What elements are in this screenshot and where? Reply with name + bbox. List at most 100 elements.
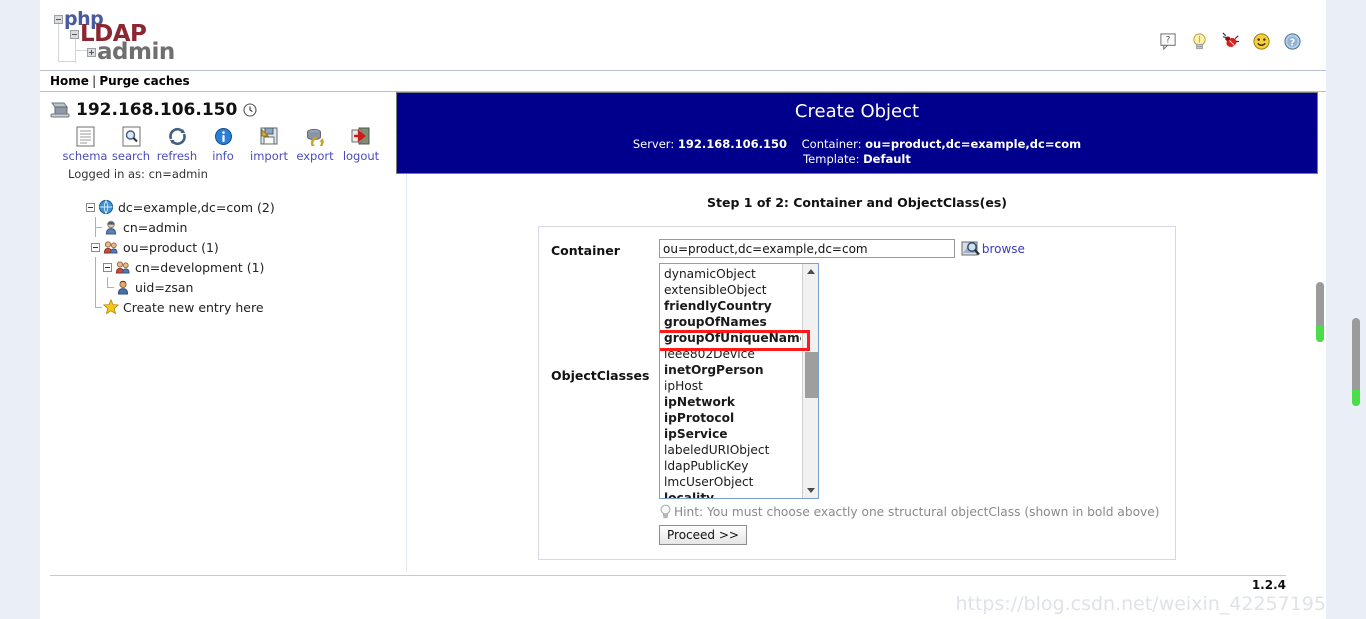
scroll-down-arrow-icon[interactable] xyxy=(803,483,818,498)
tree-node-cn-development[interactable]: cn=development (1) xyxy=(91,257,388,277)
page-title: Create Object xyxy=(397,93,1317,132)
server-icon xyxy=(50,102,70,118)
nav-home-link[interactable]: Home xyxy=(50,74,89,88)
listbox-scrollbar[interactable] xyxy=(802,264,818,498)
minus-box-icon-2 xyxy=(70,30,79,39)
toolbar-logout[interactable]: logout xyxy=(338,124,384,163)
option-groupOfNames[interactable]: groupOfNames xyxy=(664,314,801,330)
hint-row: Hint: You must choose exactly one struct… xyxy=(659,504,1175,519)
page-scrollbar[interactable] xyxy=(1352,318,1360,406)
tree-elbow xyxy=(91,217,103,237)
main-content: Create Object Server: 192.168.106.150 Co… xyxy=(396,92,1318,579)
option-ipHost[interactable]: ipHost xyxy=(664,378,801,394)
breadcrumb: Home | Purge caches xyxy=(40,70,1326,92)
toolbar-schema[interactable]: schema xyxy=(62,124,108,163)
objectclasses-listbox[interactable]: dynamicObject extensibleObject friendlyC… xyxy=(659,263,819,499)
tree-vline-2 xyxy=(91,277,103,297)
import-icon xyxy=(260,127,278,145)
option-ipService[interactable]: ipService xyxy=(664,426,801,442)
tree-label-dc-example: dc=example,dc=com (2) xyxy=(118,199,275,215)
toolbar-search[interactable]: search xyxy=(108,124,154,163)
tree-label-cn-development: cn=development (1) xyxy=(135,259,265,275)
help-bubble-icon[interactable]: ? xyxy=(1159,32,1178,51)
browse-link[interactable]: browse xyxy=(982,242,1025,256)
logged-in-as: Logged in as: cn=admin xyxy=(68,167,208,181)
export-icon xyxy=(306,128,324,146)
tree-node-uid-zsan[interactable]: uid=zsan xyxy=(91,277,388,297)
tree-node-create-new-entry[interactable]: Create new entry here xyxy=(91,297,388,317)
smiley-icon[interactable] xyxy=(1252,32,1271,51)
masthead: php LDAP admin ? ? xyxy=(40,0,1326,70)
nav-purge-caches-link[interactable]: Purge caches xyxy=(99,74,189,88)
toolbar-search-label: search xyxy=(111,149,151,163)
tree-vline xyxy=(91,257,103,277)
tree-expander-cn-development[interactable] xyxy=(103,262,112,272)
option-friendlyCountry[interactable]: friendlyCountry xyxy=(664,298,801,314)
group-icon-2 xyxy=(115,261,130,274)
option-inetOrgPerson[interactable]: inetOrgPerson xyxy=(664,362,801,378)
tree-node-dc-example[interactable]: dc=example,dc=com (2) xyxy=(86,197,388,217)
objectclasses-label: ObjectClasses xyxy=(551,368,650,383)
tree-elbow-2 xyxy=(103,277,115,297)
toolbar-info-label: info xyxy=(212,149,234,163)
option-labeledURIObject[interactable]: labeledURIObject xyxy=(664,442,801,458)
scrollbar-thumb[interactable] xyxy=(805,352,818,398)
subtitle-server-value: 192.168.106.150 xyxy=(677,137,787,151)
logo-admin-text: admin xyxy=(87,39,175,65)
svg-text:?: ? xyxy=(1290,37,1296,48)
option-ldapPublicKey[interactable]: ldapPublicKey xyxy=(664,458,801,474)
proceed-button[interactable]: Proceed >> xyxy=(659,525,747,545)
plus-box-icon xyxy=(87,48,96,57)
star-icon xyxy=(103,299,119,315)
tree-node-cn-admin[interactable]: cn=admin xyxy=(91,217,388,237)
toolbar-info[interactable]: info xyxy=(200,124,246,163)
step-title: Step 1 of 2: Container and ObjectClass(e… xyxy=(707,195,1007,210)
search-icon xyxy=(122,126,140,146)
create-object-form: Container browse xyxy=(538,226,1176,560)
subtitle-server-label: Server: xyxy=(632,137,675,151)
clock-icon[interactable] xyxy=(243,103,257,117)
tree-label-cn-admin: cn=admin xyxy=(123,219,188,235)
ldap-tree: dc=example,dc=com (2) cn=admin ou=produc… xyxy=(86,197,388,317)
objectclasses-row: ObjectClasses dynamicObject extensibleOb… xyxy=(539,256,1175,545)
server-name: 192.168.106.150 xyxy=(76,100,238,120)
footer: 1.2.4 https://blog.csdn.net/weixin_42257… xyxy=(40,571,1326,619)
sidebar: 192.168.106.150 schema search refresh in… xyxy=(40,92,388,579)
option-dynamicObject[interactable]: dynamicObject xyxy=(664,266,801,282)
page-header-panel: Create Object Server: 192.168.106.150 Co… xyxy=(396,92,1318,174)
toolbar-import-label: import xyxy=(250,149,288,163)
sidebar-toolbar: schema search refresh info import export… xyxy=(62,124,388,163)
option-locality[interactable]: locality xyxy=(664,490,801,498)
option-extensibleObject[interactable]: extensibleObject xyxy=(664,282,801,298)
admin-user-icon xyxy=(105,220,117,235)
version-label: 1.2.4 xyxy=(1251,578,1286,592)
tree-label-uid-zsan: uid=zsan xyxy=(135,279,194,295)
inner-scrollbar[interactable] xyxy=(1316,282,1324,342)
toolbar-logout-label: logout xyxy=(342,149,380,163)
nav-separator: | xyxy=(91,74,97,88)
option-groupOfUniqueNames[interactable]: groupOfUniqueNames xyxy=(664,330,801,346)
user-icon xyxy=(117,280,129,295)
toolbar-refresh[interactable]: refresh xyxy=(154,124,200,163)
tree-expander-ou-product[interactable] xyxy=(91,242,100,252)
info-icon xyxy=(214,127,232,145)
lightbulb-icon[interactable] xyxy=(1190,32,1209,51)
option-ipNetwork[interactable]: ipNetwork xyxy=(664,394,801,410)
tree-node-ou-product[interactable]: ou=product (1) xyxy=(91,237,388,257)
about-icon[interactable]: ? xyxy=(1283,32,1302,51)
bug-icon[interactable] xyxy=(1221,32,1240,51)
server-header: 192.168.106.150 xyxy=(50,100,388,120)
toolbar-refresh-label: refresh xyxy=(156,149,198,163)
subtitle-container-value: ou=product,dc=example,dc=com xyxy=(865,137,1082,151)
phpldapadmin-logo: php LDAP admin xyxy=(54,8,204,66)
toolbar-export[interactable]: export xyxy=(292,124,338,163)
minus-box-icon xyxy=(54,15,63,24)
tree-expander-dc-example[interactable] xyxy=(86,202,95,212)
toolbar-import[interactable]: import xyxy=(246,124,292,163)
scroll-up-arrow-icon[interactable] xyxy=(803,264,818,279)
option-ipProtocol[interactable]: ipProtocol xyxy=(664,410,801,426)
logout-icon xyxy=(351,127,370,145)
page-sheet: php LDAP admin ? ? Home | Purge caches 1… xyxy=(40,0,1326,619)
option-lmcUserObject[interactable]: lmcUserObject xyxy=(664,474,801,490)
option-ieee802Device[interactable]: ieee802Device xyxy=(664,346,801,362)
